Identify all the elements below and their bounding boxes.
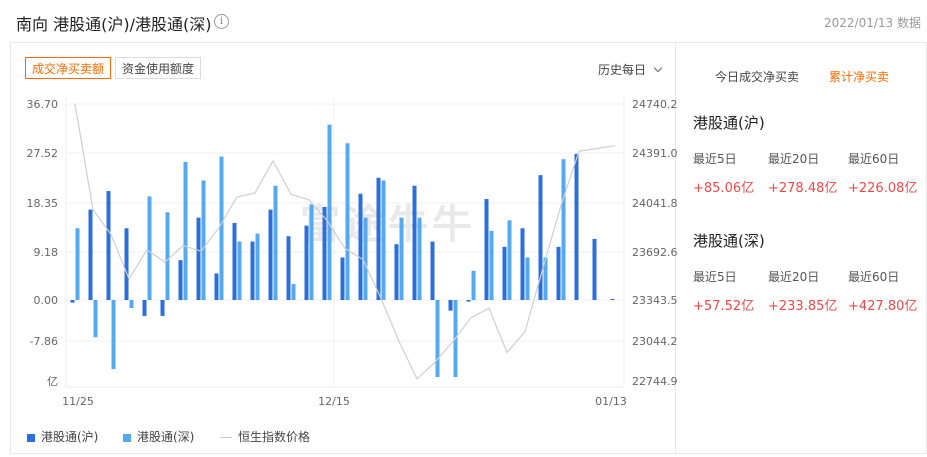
bar-hk-sh xyxy=(340,257,345,300)
bar-hk-sz xyxy=(363,217,368,300)
bar-hk-sh xyxy=(394,244,399,300)
bar-hk-sz xyxy=(291,284,296,300)
bar-hk-sz xyxy=(489,230,494,300)
legend-hsi[interactable]: 恒生指数价格 xyxy=(220,428,310,445)
section-title-hk-sz: 港股通(深) xyxy=(693,232,765,250)
stat-label-5d: 最近5日 xyxy=(693,152,737,166)
line-hsi xyxy=(74,103,616,380)
bar-hk-sz xyxy=(561,159,566,300)
bar-hk-sz xyxy=(165,212,170,300)
bar-hk-sh xyxy=(358,193,363,300)
x-tick-label: 12/15 xyxy=(318,395,350,408)
bar-hk-sh xyxy=(178,260,183,300)
bar-hk-sh xyxy=(412,185,417,300)
y2-tick-label: 24041.8 xyxy=(632,197,678,210)
bar-hk-sz xyxy=(129,300,134,308)
bar-hk-sz xyxy=(93,300,98,338)
x-tick-label: 01/13 xyxy=(595,395,627,408)
bar-hk-sh xyxy=(106,191,111,300)
bar-hk-sz xyxy=(237,241,242,300)
bar-hk-sh xyxy=(520,228,525,300)
section-title-hk-sh: 港股通(沪) xyxy=(693,114,765,132)
bar-hk-sz xyxy=(255,233,260,300)
y-tick-label: 18.35 xyxy=(27,197,59,210)
bar-hk-sz xyxy=(201,180,206,300)
stat-label-60d: 最近60日 xyxy=(848,270,900,284)
y2-tick-label: 23692.6 xyxy=(632,246,678,259)
bar-hk-sz xyxy=(309,204,314,300)
bar-hk-sz xyxy=(75,228,80,300)
stat-label-20d: 最近20日 xyxy=(768,270,820,284)
bar-hk-sh xyxy=(70,300,75,303)
bar-hk-sz xyxy=(525,257,530,300)
legend-hk-sh[interactable]: 港股通(沪) xyxy=(27,428,98,445)
y-tick-label: 0.00 xyxy=(34,294,59,307)
tab-cumulative-net[interactable]: 累计净买卖 xyxy=(829,68,889,85)
y2-tick-label: 24391.0 xyxy=(632,147,678,160)
bar-hk-sh xyxy=(574,153,579,300)
legend-swatch-hsi xyxy=(220,437,232,438)
bar-hk-sz xyxy=(471,270,476,300)
bar-hk-sz xyxy=(399,217,404,300)
bar-hk-sz xyxy=(219,156,224,300)
bar-hk-sz xyxy=(345,143,350,300)
bar-hk-sh xyxy=(304,225,309,300)
bar-hk-sz xyxy=(183,161,188,300)
bar-hk-sh xyxy=(142,300,147,316)
stat-value-20d: +278.48亿 xyxy=(768,181,838,196)
bar-hk-sh xyxy=(448,300,453,311)
stat-value-60d: +427.80亿 xyxy=(848,299,918,314)
bar-hk-sh xyxy=(232,222,237,300)
y-tick-label: 9.18 xyxy=(34,246,59,259)
stat-value-5d: +85.06亿 xyxy=(693,181,755,196)
bar-hk-sh xyxy=(376,177,381,300)
y2-tick-label: 22744.9 xyxy=(632,375,678,388)
bar-hk-sh xyxy=(430,241,435,300)
bar-hk-sh xyxy=(556,246,561,300)
stat-label-60d: 最近60日 xyxy=(848,152,900,166)
bar-hk-sh xyxy=(610,298,615,300)
bar-hk-sh xyxy=(196,217,201,300)
bar-hk-sz xyxy=(417,217,422,300)
bar-hk-sz xyxy=(111,300,116,370)
y2-tick-label: 23044.2 xyxy=(632,335,678,348)
stat-value-60d: +226.08亿 xyxy=(848,181,918,196)
y-tick-label: 36.70 xyxy=(27,98,59,111)
legend-swatch-hk-sh xyxy=(27,433,35,442)
stat-value-5d: +57.52亿 xyxy=(693,299,755,314)
legend-swatch-hk-sz xyxy=(123,433,131,442)
bar-hk-sh xyxy=(484,199,489,300)
y-tick-label: 27.52 xyxy=(27,147,59,160)
bar-hk-sz xyxy=(507,220,512,300)
legend-label-hk-sz: 港股通(深) xyxy=(137,430,195,444)
bar-hk-sh xyxy=(466,300,471,302)
bar-hk-sz xyxy=(273,185,278,300)
bar-hk-sh xyxy=(502,246,507,300)
bar-hk-sz xyxy=(147,196,152,300)
stat-label-5d: 最近5日 xyxy=(693,270,737,284)
bar-hk-sh xyxy=(88,209,93,300)
stat-label-20d: 最近20日 xyxy=(768,152,820,166)
bar-hk-sh xyxy=(214,273,219,300)
stat-value-20d: +233.85亿 xyxy=(768,299,838,314)
bar-hk-sh xyxy=(250,241,255,300)
x-tick-label: 11/25 xyxy=(62,395,94,408)
legend-label-hk-sh: 港股通(沪) xyxy=(41,430,99,444)
legend-hk-sz[interactable]: 港股通(深) xyxy=(123,428,194,445)
y2-tick-label: 24740.2 xyxy=(632,98,678,111)
y-tick-label: -7.86 xyxy=(30,335,58,348)
bar-hk-sz xyxy=(327,124,332,301)
bar-hk-sh xyxy=(160,300,165,316)
bar-hk-sh xyxy=(124,228,129,300)
bar-hk-sh xyxy=(592,238,597,300)
bar-hk-sh xyxy=(268,209,273,300)
bar-hk-sz xyxy=(381,180,386,300)
tab-today-net[interactable]: 今日成交净买卖 xyxy=(715,68,799,85)
y-tick-label: 亿 xyxy=(47,375,58,388)
y2-tick-label: 23343.5 xyxy=(632,294,678,307)
bar-hk-sh xyxy=(286,236,291,300)
legend-label-hsi: 恒生指数价格 xyxy=(238,430,311,444)
bar-hk-sh xyxy=(322,207,327,300)
bar-hk-sz xyxy=(435,300,440,378)
